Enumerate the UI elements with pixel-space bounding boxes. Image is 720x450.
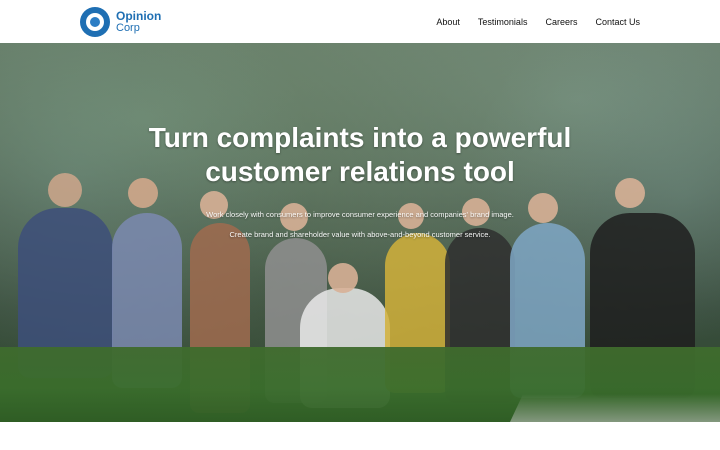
hero-title: Turn complaints into a powerful customer… [148, 122, 572, 187]
hero-section: Turn complaints into a powerful customer… [0, 43, 720, 422]
brand-name: Opinion [116, 8, 162, 23]
photo-head-5 [328, 263, 358, 293]
nav-testimonials-link[interactable]: Testimonials [478, 17, 528, 27]
hero-content: Turn complaints into a powerful customer… [0, 121, 720, 245]
brand-logo-link[interactable]: Opinion Corp [80, 6, 161, 37]
primary-nav: About Testimonials Careers Contact Us [436, 17, 640, 27]
hero-description-line-1: Work closely with consumers to improve c… [206, 210, 514, 219]
opinion-corp-logo-icon [80, 6, 110, 37]
brand-text: Opinion Corp [116, 10, 161, 34]
brand-subname: Corp [116, 21, 140, 34]
hero-description-line-2: Create brand and shareholder value with … [229, 230, 491, 239]
hero-description: Work closely with consumers to improve c… [0, 205, 720, 245]
nav-about-link[interactable]: About [436, 17, 460, 27]
top-navigation-bar: Opinion Corp About Testimonials Careers … [0, 0, 720, 43]
nav-contact-us-link[interactable]: Contact Us [595, 17, 640, 27]
nav-careers-link[interactable]: Careers [545, 17, 577, 27]
paved-path [510, 394, 720, 422]
